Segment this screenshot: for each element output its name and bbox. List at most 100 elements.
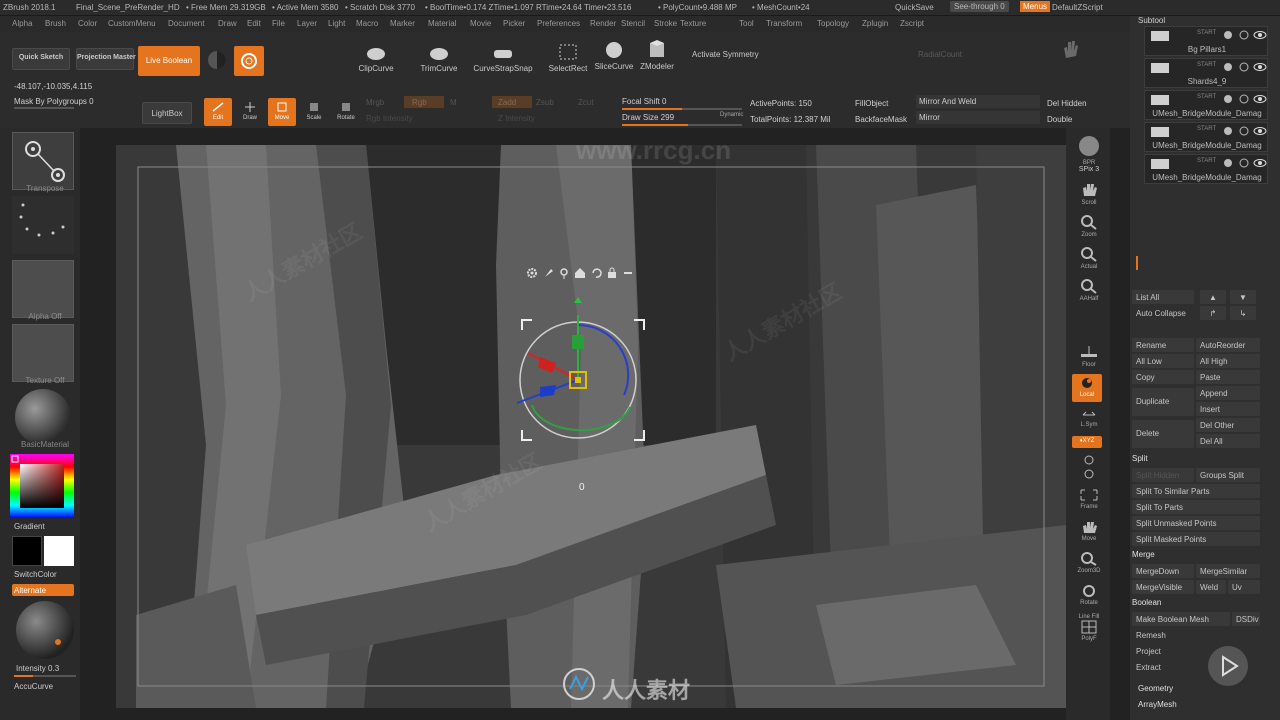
transpose-button[interactable] — [12, 132, 74, 190]
alpha-button[interactable] — [12, 260, 74, 318]
lsym-button[interactable]: L.Sym — [1074, 410, 1104, 428]
circle-toggle-icon[interactable] — [1239, 126, 1249, 136]
menu-texture[interactable]: Texture — [680, 19, 706, 28]
menu-document[interactable]: Document — [168, 19, 204, 28]
canvas-viewport[interactable]: 0 www.rrcg.cn 人人素材社区 人人素材社区 人人素材社区 人人素材 — [116, 145, 1066, 708]
undo-icon[interactable] — [590, 267, 602, 279]
copy-button[interactable]: Copy — [1132, 370, 1194, 384]
delete-button[interactable]: Delete — [1132, 420, 1194, 448]
frame-button[interactable]: Frame — [1074, 488, 1104, 510]
subtool-item[interactable]: START UMesh_BridgeModule_Damag — [1144, 90, 1268, 120]
subtool-item[interactable]: START Shards4_9 — [1144, 58, 1268, 88]
menu-color[interactable]: Color — [78, 19, 97, 28]
menu-movie[interactable]: Movie — [470, 19, 491, 28]
line-fill-button[interactable]: Line Fill PolyF — [1074, 614, 1104, 642]
dynamic-toggle[interactable]: Dynamic — [720, 112, 743, 118]
backface-mask-button[interactable]: BackfaceMask — [855, 115, 907, 124]
curve-strap-snap-button[interactable]: CurveStrapSnap — [470, 42, 536, 73]
circle-toggle-icon[interactable] — [1239, 158, 1249, 168]
menu-light[interactable]: Light — [328, 19, 345, 28]
subtool-item[interactable]: START UMesh_BridgeModule_Damag — [1144, 122, 1268, 152]
trim-curve-button[interactable]: TrimCurve — [414, 42, 464, 73]
menu-tool[interactable]: Tool — [739, 19, 754, 28]
activate-symmetry-button[interactable]: Activate Symmetry — [692, 50, 759, 59]
home-icon[interactable] — [574, 267, 586, 279]
menu-custommenu[interactable]: CustomMenu — [108, 19, 156, 28]
menu-edit[interactable]: Edit — [247, 19, 261, 28]
xyz-button[interactable]: ♦XYZ — [1072, 436, 1102, 448]
see-through-slider[interactable]: See-through 0 — [950, 1, 1009, 12]
intensity-slider[interactable]: Intensity 0.3 — [16, 664, 59, 673]
menu-picker[interactable]: Picker — [503, 19, 525, 28]
split-masked-button[interactable]: Split Masked Points — [1132, 532, 1260, 546]
zmodeler-button[interactable]: ZModeler — [636, 40, 678, 71]
focal-shift-slider[interactable]: Focal Shift 0 — [622, 97, 666, 106]
texture-button[interactable] — [12, 324, 74, 382]
menu-marker[interactable]: Marker — [390, 19, 415, 28]
rename-button[interactable]: Rename — [1132, 338, 1194, 352]
eye-icon[interactable] — [1253, 30, 1267, 40]
local-button[interactable]: Local — [1072, 374, 1102, 402]
menu-preferences[interactable]: Preferences — [537, 19, 580, 28]
rotate-mode-button[interactable]: Rotate — [332, 98, 360, 126]
scale-mode-button[interactable]: Scale — [300, 98, 328, 126]
transpose-gizmo[interactable] — [512, 295, 652, 445]
material-button[interactable] — [12, 388, 74, 446]
edit-mode-button[interactable]: Edit — [204, 98, 232, 126]
eye-icon[interactable] — [1253, 62, 1267, 72]
aahalf-button[interactable]: AAHalf — [1074, 278, 1104, 302]
move-down-folder-button[interactable]: ↳ — [1230, 306, 1256, 320]
arraymesh-palette[interactable]: ArrayMesh — [1138, 700, 1177, 709]
scroll-button[interactable]: Scroll — [1074, 182, 1104, 206]
z-intensity-slider[interactable]: Z Intensity — [498, 114, 535, 123]
rotate-view-button[interactable]: Rotate — [1074, 584, 1104, 606]
mirror-and-weld-button[interactable]: Mirror And Weld — [916, 95, 1040, 108]
menu-stroke[interactable]: Stroke — [654, 19, 677, 28]
polypaint-icon[interactable] — [1223, 94, 1233, 104]
lightbox-button[interactable]: LightBox — [142, 102, 192, 124]
menus-button[interactable]: Menus — [1020, 1, 1051, 12]
primary-color-swatch[interactable] — [12, 536, 42, 566]
menu-layer[interactable]: Layer — [297, 19, 317, 28]
bpr-button[interactable]: BPR — [1074, 134, 1104, 166]
remesh-section[interactable]: Remesh — [1132, 628, 1260, 642]
split-hidden-button[interactable]: Split Hidden — [1132, 468, 1194, 482]
draw-size-slider[interactable]: Draw Size 299 — [622, 113, 674, 122]
circle-toggle-icon[interactable] — [1239, 94, 1249, 104]
make-boolean-mesh-button[interactable]: Make Boolean Mesh — [1132, 612, 1230, 626]
projection-master-button[interactable]: Projection Master — [76, 48, 136, 70]
move-up-folder-button[interactable]: ↱ — [1200, 306, 1226, 320]
move-up-button[interactable]: ▲ — [1200, 290, 1226, 304]
default-zscript-button[interactable]: DefaultZScript — [1052, 3, 1103, 12]
alternate-button[interactable]: Alternate — [12, 584, 74, 596]
merge-similar-button[interactable]: MergeSimilar — [1196, 564, 1260, 578]
polypaint-icon[interactable] — [1223, 126, 1233, 136]
del-other-button[interactable]: Del Other — [1196, 418, 1260, 432]
duplicate-button[interactable]: Duplicate — [1132, 388, 1194, 416]
play-button[interactable] — [1208, 646, 1248, 686]
zadd-button[interactable]: Zadd — [492, 96, 532, 108]
mrgb-button[interactable]: Mrgb — [366, 98, 384, 107]
merge-down-button[interactable]: MergeDown — [1132, 564, 1194, 578]
menu-zscript[interactable]: Zscript — [900, 19, 924, 28]
live-boolean-button[interactable]: Live Boolean — [138, 46, 200, 76]
paste-button[interactable]: Paste — [1196, 370, 1260, 384]
merge-section[interactable]: Merge — [1132, 550, 1155, 559]
menu-alpha[interactable]: Alpha — [12, 19, 32, 28]
auto-reorder-button[interactable]: AutoReorder — [1196, 338, 1260, 352]
subtool-item[interactable]: START Bg Pillars1 — [1144, 26, 1268, 56]
quicksave-button[interactable]: QuickSave — [895, 3, 934, 12]
stroke-dots-button[interactable] — [12, 196, 74, 254]
menu-stencil[interactable]: Stencil — [621, 19, 645, 28]
menu-file[interactable]: File — [272, 19, 285, 28]
polypaint-icon[interactable] — [1223, 62, 1233, 72]
groups-split-button[interactable]: Groups Split — [1196, 468, 1260, 482]
eye-icon[interactable] — [1253, 126, 1267, 136]
rgb-button[interactable]: Rgb — [404, 96, 444, 108]
double-button[interactable]: Double — [1047, 115, 1072, 124]
menu-zplugin[interactable]: Zplugin — [862, 19, 888, 28]
quick-sketch-button[interactable]: Quick Sketch — [12, 48, 70, 70]
dsdiv-slider[interactable]: DSDiv — [1232, 612, 1260, 626]
rgb-intensity-slider[interactable]: Rgb Intensity — [366, 114, 413, 123]
auto-collapse-button[interactable]: Auto Collapse — [1132, 306, 1194, 320]
